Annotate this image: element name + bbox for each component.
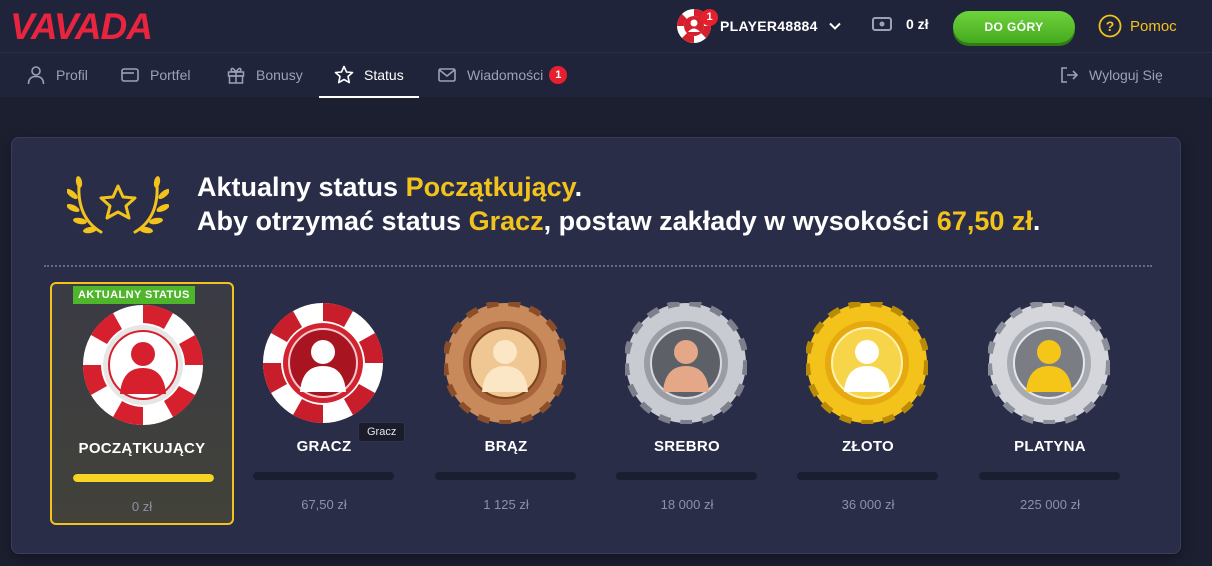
level-progress-bar <box>435 472 576 480</box>
avatar[interactable]: 1 <box>676 8 718 44</box>
tab-label: Bonusy <box>256 67 303 83</box>
red-chip-icon <box>262 302 384 424</box>
svg-text:?: ? <box>1106 18 1115 34</box>
help-label: Pomoc <box>1130 17 1177 35</box>
help-link[interactable]: ? Pomoc <box>1098 14 1177 38</box>
level-tooltip: Gracz <box>358 422 406 442</box>
level-amount: 0 zł <box>131 499 153 514</box>
divider <box>44 265 1152 267</box>
level-card-platyna[interactable]: PLATYNA 225 000 zł <box>958 282 1142 525</box>
deposit-button[interactable]: DO GÓRY <box>953 11 1075 43</box>
bronze-chip-icon <box>444 302 566 424</box>
tab-label: Status <box>364 67 404 83</box>
platinum-chip-icon <box>988 302 1110 424</box>
line-text: Aktualny status <box>197 172 406 202</box>
tab-profil[interactable]: Profil <box>26 53 88 97</box>
balance-amount: 0 zł <box>906 16 929 32</box>
status-line-current: Aktualny status Początkujący. <box>197 170 1040 204</box>
level-progress-bar <box>73 474 214 482</box>
user-menu[interactable]: 1 PLAYER48884 <box>676 8 842 44</box>
level-progress-bar <box>979 472 1120 480</box>
level-amount: 225 000 zł <box>1020 497 1080 512</box>
logout-icon <box>1061 67 1079 83</box>
level-name: ZŁOTO <box>841 438 895 455</box>
logo-text: VAVADA <box>10 9 152 43</box>
star-icon <box>334 65 354 84</box>
question-circle-icon: ? <box>1098 14 1122 38</box>
silver-chip-icon <box>625 302 747 424</box>
current-status-name: Początkujący <box>405 172 575 202</box>
level-progress-bar <box>616 472 757 480</box>
chevron-down-icon[interactable] <box>828 19 842 33</box>
required-amount: 67,50 zł <box>936 206 1033 236</box>
vavada-logo[interactable]: VAVADA <box>10 9 214 43</box>
gold-chip-icon <box>806 302 928 424</box>
laurel-star-icon <box>67 176 169 234</box>
level-card-braz[interactable]: BRĄZ 1 125 zł <box>414 282 598 525</box>
balance-display: 0 zł <box>872 16 929 32</box>
level-amount: 1 125 zł <box>483 497 529 512</box>
status-headline: Aktualny status Początkujący. Aby otrzym… <box>197 170 1040 238</box>
wallet-icon <box>121 68 139 82</box>
tab-bonusy[interactable]: Bonusy <box>226 53 303 97</box>
gift-icon <box>227 67 245 84</box>
top-header: VAVADA 1 PLAYER48884 0 zł DO GÓRY ? Pomo… <box>0 0 1212 52</box>
level-name: PLATYNA <box>1014 438 1086 455</box>
cash-icon <box>872 17 892 31</box>
status-line-next: Aby otrzymać status Gracz, postaw zakład… <box>197 204 1040 238</box>
level-card-gracz[interactable]: GRACZ 67,50 zł <box>232 282 416 525</box>
user-icon <box>27 66 45 85</box>
level-amount: 67,50 zł <box>301 497 347 512</box>
level-name: BRĄZ <box>484 438 528 455</box>
tab-wiadomosci[interactable]: Wiadomości 1 <box>437 53 568 97</box>
tab-label: Profil <box>56 67 88 83</box>
level-progress-fill <box>73 474 214 482</box>
line-text: Aby otrzymać status <box>197 206 469 236</box>
level-card-srebro[interactable]: SREBRO 18 000 zł <box>595 282 779 525</box>
status-panel: Aktualny status Początkujący. Aby otrzym… <box>11 137 1181 554</box>
tab-status[interactable]: Status <box>319 53 419 98</box>
envelope-icon <box>438 68 456 82</box>
red-chip-icon <box>82 304 204 426</box>
level-name: POCZĄTKUJĄCY <box>78 440 206 457</box>
next-status-name: Gracz <box>468 206 544 236</box>
username[interactable]: PLAYER48884 <box>720 18 818 34</box>
line-text: , postaw zakłady w wysokości <box>543 206 937 236</box>
notification-badge: 1 <box>701 9 718 26</box>
account-tabs: Profil Portfel Bonusy Status Wiadomości … <box>0 52 1212 98</box>
messages-badge: 1 <box>549 66 568 84</box>
tab-portfel[interactable]: Portfel <box>120 53 190 97</box>
level-progress-bar <box>253 472 394 480</box>
line-text: . <box>574 172 583 202</box>
logout-link[interactable]: Wyloguj Się <box>1059 53 1163 97</box>
level-amount: 36 000 zł <box>841 497 895 512</box>
tab-label: Portfel <box>150 67 191 83</box>
current-status-badge: AKTUALNY STATUS <box>73 286 195 304</box>
tab-label: Wiadomości <box>467 67 544 83</box>
level-name: SREBRO <box>654 438 720 455</box>
level-card-zloto[interactable]: ZŁOTO 36 000 zł <box>776 282 960 525</box>
level-amount: 18 000 zł <box>660 497 714 512</box>
line-text: . <box>1032 206 1041 236</box>
level-progress-bar <box>797 472 938 480</box>
level-card-poczatkujacy[interactable]: AKTUALNY STATUS POCZĄTKUJĄCY 0 zł <box>50 282 234 525</box>
logout-label: Wyloguj Się <box>1089 67 1163 83</box>
